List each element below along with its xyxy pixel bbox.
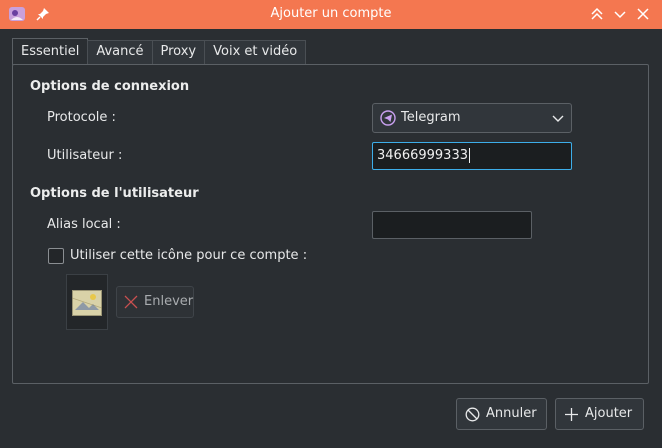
account-icon-preview[interactable] xyxy=(66,274,108,330)
cancel-icon xyxy=(465,407,480,422)
add-button-label: Ajouter xyxy=(585,406,633,421)
remove-icon-label: Enlever xyxy=(144,294,194,309)
remove-icon-button[interactable]: Enlever xyxy=(116,286,194,318)
username-value: 34666999333 xyxy=(377,148,468,163)
protocol-label: Protocole : xyxy=(47,110,116,125)
use-icon-checkbox[interactable] xyxy=(48,248,64,264)
protocol-select[interactable]: Telegram xyxy=(372,103,572,133)
alias-label: Alias local : xyxy=(47,217,121,232)
close-icon xyxy=(124,295,138,309)
alias-input[interactable] xyxy=(372,211,532,239)
tab-proxy[interactable]: Proxy xyxy=(151,40,206,64)
use-icon-label: Utiliser cette icône pour ce compte : xyxy=(70,248,308,263)
username-input[interactable]: 34666999333 xyxy=(372,142,572,170)
cancel-button-label: Annuler xyxy=(486,406,537,421)
tab-avance[interactable]: Avancé xyxy=(87,40,153,64)
close-icon[interactable] xyxy=(636,7,650,21)
keep-above-icon[interactable] xyxy=(590,7,604,21)
tab-essentiel[interactable]: Essentiel xyxy=(12,38,89,65)
chevron-down-icon xyxy=(552,115,564,122)
tab-voix-et-video[interactable]: Voix et vidéo xyxy=(204,40,307,64)
plus-icon xyxy=(565,408,578,421)
title-bar[interactable]: Ajouter un compte xyxy=(0,0,662,29)
user-options-heading: Options de l'utilisateur xyxy=(30,186,199,201)
telegram-icon xyxy=(380,110,396,126)
minimize-icon[interactable] xyxy=(613,7,627,21)
connection-options-heading: Options de connexion xyxy=(30,79,190,94)
add-button[interactable]: Ajouter xyxy=(555,398,644,430)
image-placeholder-icon xyxy=(72,290,102,316)
tab-bar: Essentiel Avancé Proxy Voix et vidéo xyxy=(12,38,307,65)
protocol-value: Telegram xyxy=(401,110,461,125)
window-title: Ajouter un compte xyxy=(270,6,392,21)
username-label: Utilisateur : xyxy=(47,148,123,163)
cancel-button[interactable]: Annuler xyxy=(456,398,547,430)
